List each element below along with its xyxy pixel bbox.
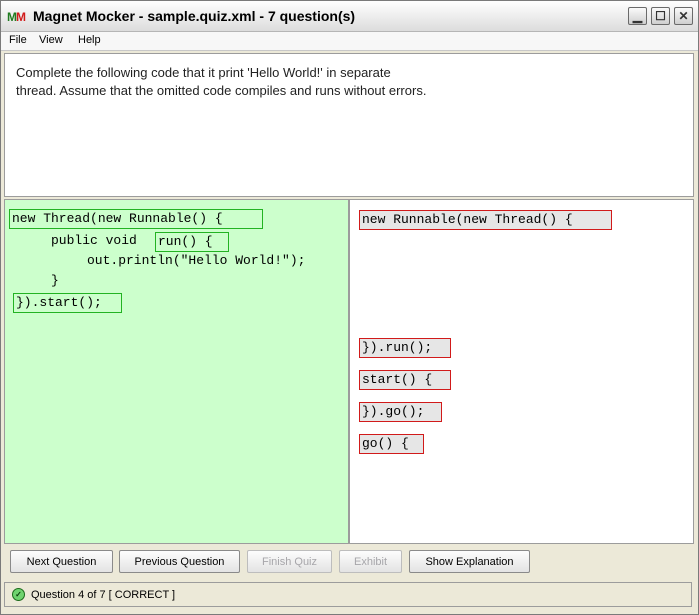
answer-area[interactable]: new Thread(new Runnable() { public void … <box>4 199 349 544</box>
magnet-pool[interactable]: new Runnable(new Thread() { }).run(); st… <box>349 199 694 544</box>
magnet-run-close[interactable]: }).run(); <box>359 338 451 358</box>
status-bar: ✓ Question 4 of 7 [ CORRECT ] <box>4 582 692 607</box>
magnet-new-runnable[interactable]: new Runnable(new Thread() { <box>359 210 612 230</box>
minimize-button[interactable]: ▁ <box>628 7 647 25</box>
menu-bar: File View Help <box>1 32 698 51</box>
question-text: Complete the following code that it prin… <box>16 64 576 100</box>
previous-question-button[interactable]: Previous Question <box>119 550 240 573</box>
close-button[interactable]: ✕ <box>674 7 693 25</box>
minimize-icon: ▁ <box>632 9 643 23</box>
code-closing-brace: } <box>51 273 59 288</box>
exhibit-button[interactable]: Exhibit <box>339 550 402 573</box>
window-title: Magnet Mocker - sample.quiz.xml - 7 ques… <box>33 8 356 24</box>
question-line-1: Complete the following code that it prin… <box>16 65 391 80</box>
title-bar[interactable]: MM Magnet Mocker - sample.quiz.xml - 7 q… <box>1 1 698 32</box>
correct-status-icon: ✓ <box>12 588 25 601</box>
question-panel: Complete the following code that it prin… <box>4 53 694 197</box>
placed-magnet-run[interactable]: run() { <box>155 232 229 252</box>
maximize-button[interactable]: ☐ <box>651 7 670 25</box>
code-println: out.println("Hello World!"); <box>87 253 306 268</box>
status-text: Question 4 of 7 [ CORRECT ] <box>31 589 176 601</box>
code-public-void: public void <box>51 233 137 248</box>
magnet-start-open[interactable]: start() { <box>359 370 451 390</box>
placed-magnet-start[interactable]: }).start(); <box>13 293 122 313</box>
maximize-icon: ☐ <box>655 9 666 23</box>
question-line-2: thread. Assume that the omitted code com… <box>16 83 427 98</box>
magnet-go-close[interactable]: }).go(); <box>359 402 442 422</box>
show-explanation-button[interactable]: Show Explanation <box>409 550 530 573</box>
app-logo-icon: MM <box>7 10 26 24</box>
next-question-button[interactable]: Next Question <box>10 550 113 573</box>
menu-view[interactable]: View <box>39 34 63 46</box>
menu-help[interactable]: Help <box>78 34 101 46</box>
placed-magnet-new-thread[interactable]: new Thread(new Runnable() { <box>9 209 263 229</box>
close-icon: ✕ <box>678 9 689 23</box>
menu-file[interactable]: File <box>9 34 27 46</box>
finish-quiz-button[interactable]: Finish Quiz <box>247 550 332 573</box>
magnet-go-open[interactable]: go() { <box>359 434 424 454</box>
